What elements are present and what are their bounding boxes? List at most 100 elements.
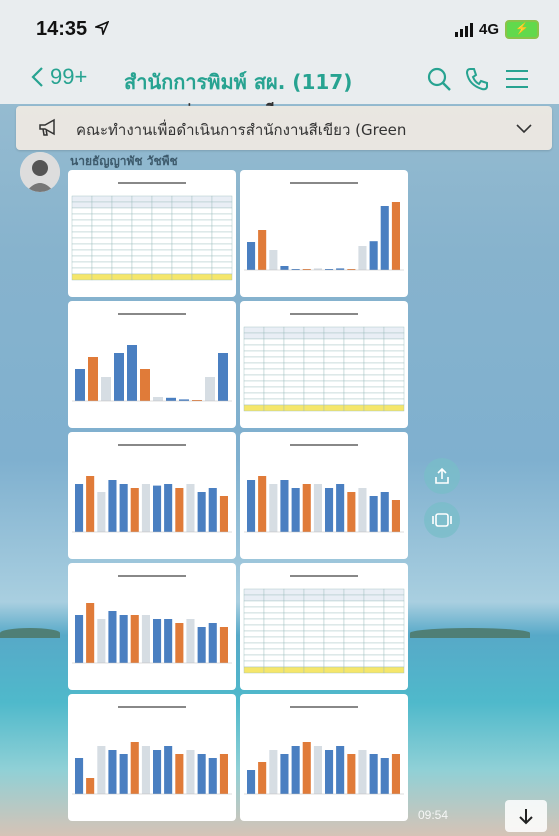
table-cell [263,338,285,346]
table-cell [323,332,345,340]
album-image[interactable] [68,170,236,297]
table-cell [91,261,113,269]
table-cell [363,594,385,602]
table-cell [171,261,193,269]
table-cell [71,225,93,233]
album-image[interactable] [240,301,408,428]
table-cell [343,362,365,370]
table-cell [323,642,345,650]
chart-bar [140,369,150,401]
pinned-announcement[interactable]: คณะทำงานเพื่อดำเนินการสำนักงานสีเขียว (G… [16,106,552,150]
table-cell [343,606,365,614]
chart-bar [369,241,378,270]
table-cell [323,338,345,346]
table-cell [303,392,325,400]
table-cell [91,267,113,275]
chart-bar [127,345,137,401]
table-cell [303,636,325,644]
table-cell [323,392,345,400]
table-cell [303,356,325,364]
table-cell [343,618,365,626]
table-cell [71,195,93,203]
chart-bar [101,377,111,401]
thumbnail-title [118,575,186,577]
table-cell [363,368,385,376]
chart-bar [186,619,195,663]
chart-bar [269,250,278,270]
album-image[interactable] [240,694,408,821]
chart-bar [75,615,84,663]
table-cell [211,273,233,281]
chart-bar [391,500,400,532]
phone-icon[interactable] [464,66,490,92]
table-cell [111,243,133,251]
search-icon[interactable] [426,66,452,92]
table-cell [151,195,173,203]
table-cell [191,237,213,245]
table-cell [363,636,385,644]
table-cell [191,255,213,263]
scroll-down-button[interactable] [505,800,547,832]
table-cell [111,231,133,239]
chevron-down-icon[interactable] [516,124,532,134]
table-cell [243,326,265,334]
chart-bar [380,206,389,270]
table-cell [383,344,405,352]
chart-bar [280,266,289,270]
table-cell [211,195,233,203]
table-cell [303,362,325,370]
table-cell [151,255,173,263]
chart-bar [208,758,217,794]
table-cell [363,362,385,370]
chat-header: 99+ สำนักการพิมพ์ สผ. (117) [0,54,559,104]
background-island [0,628,60,638]
table-cell [243,666,265,674]
album-image[interactable] [68,563,236,690]
table-cell [111,249,133,257]
chart-bar [186,750,195,794]
table-cell [171,213,193,221]
table-cell [323,350,345,358]
chart-bar [280,754,289,794]
album-image[interactable] [240,170,408,297]
table-cell [111,219,133,227]
table-cell [111,237,133,245]
table-cell [343,374,365,382]
table-cell [171,243,193,251]
pinned-text: คณะทำงานเพื่อดำเนินการสำนักงานสีเขียว (G… [76,121,407,139]
table-cell [323,612,345,620]
table-cell [263,404,285,412]
back-button[interactable]: 99+ [30,64,87,90]
table-cell [243,380,265,388]
chart-bar [347,492,356,532]
table-cell [283,404,305,412]
table-cell [131,243,153,251]
table-cell [323,398,345,406]
table-cell [243,624,265,632]
table-cell [323,654,345,662]
album-image[interactable] [240,563,408,690]
chart-thumbnail [244,182,404,271]
menu-icon[interactable] [504,66,530,92]
table-cell [151,267,173,275]
table-cell [323,326,345,334]
table-cell [303,338,325,346]
album-image[interactable] [68,694,236,821]
table-cell [383,362,405,370]
table-cell [363,380,385,388]
chart-bar [153,397,163,401]
table-cell [303,326,325,334]
table-cell [151,225,173,233]
album-image[interactable] [68,301,236,428]
album-image[interactable] [240,432,408,559]
table-cell [243,654,265,662]
table-cell [71,219,93,227]
album-view-button[interactable] [424,502,460,538]
album-image[interactable] [68,432,236,559]
table-cell [111,201,133,209]
table-cell [383,332,405,340]
chat-title[interactable]: สำนักการพิมพ์ สผ. (117) [124,66,352,98]
share-button[interactable] [424,458,460,494]
status-indicators: 4G ⚡ [454,20,539,39]
avatar[interactable] [20,152,60,192]
